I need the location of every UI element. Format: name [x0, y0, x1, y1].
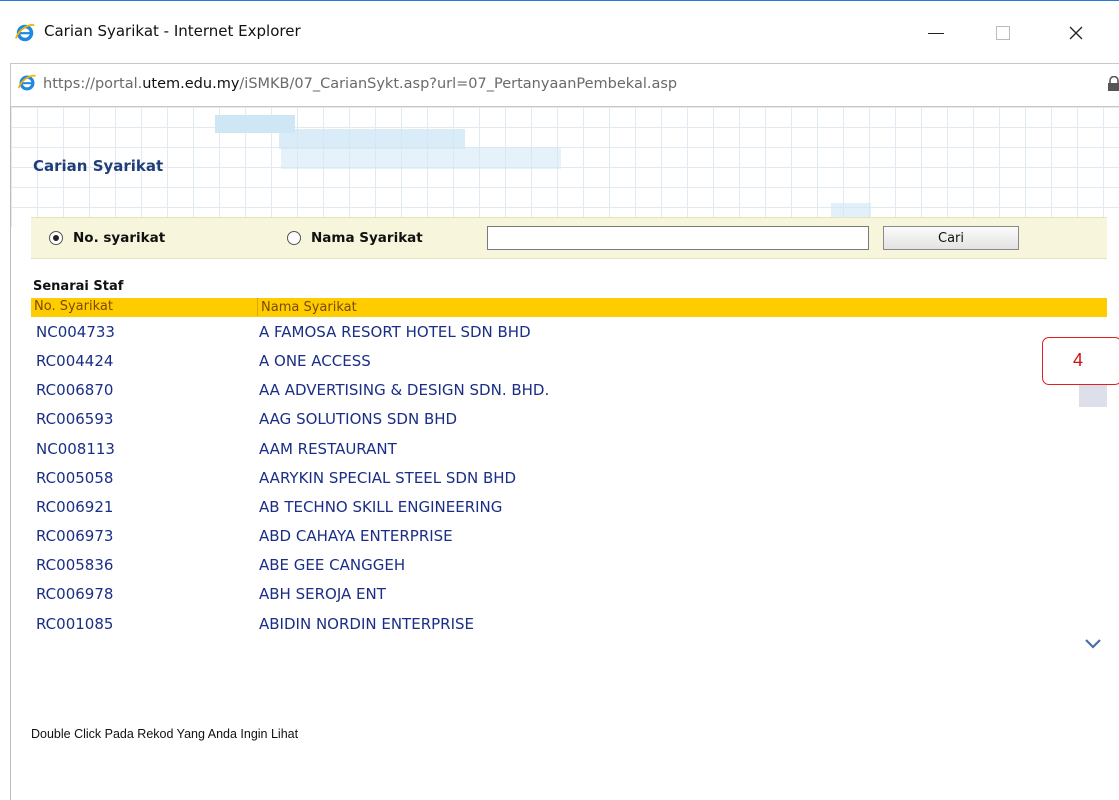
table-row[interactable]: NC004733 A FAMOSA RESORT HOTEL SDN BHD: [31, 319, 1071, 346]
lock-icon[interactable]: [1107, 76, 1119, 92]
radio-no-syarikat[interactable]: [49, 231, 63, 245]
table-row[interactable]: RC006978 ABH SEROJA ENT: [31, 581, 1071, 608]
table-row[interactable]: NC008113 AAM RESTAURANT: [31, 436, 1071, 463]
url-path: /iSMKB/07_CarianSykt.asp?url=07_Pertanya…: [239, 76, 678, 92]
url-domain: utem.edu.my: [142, 76, 240, 92]
radio-nama-syarikat[interactable]: [287, 231, 301, 245]
table-row[interactable]: RC005058 AARYKIN SPECIAL STEEL SDN BHD: [31, 465, 1071, 492]
radio-nama-syarikat-label[interactable]: Nama Syarikat: [311, 230, 423, 246]
page-content: Carian Syarikat No. syarikat Nama Syarik…: [10, 107, 1119, 800]
column-header-no-syarikat: No. Syarikat: [34, 299, 113, 314]
company-number[interactable]: RC005058: [36, 469, 113, 487]
minimize-button[interactable]: [913, 13, 959, 53]
address-bar[interactable]: https://portal.utem.edu.my/iSMKB/07_Cari…: [10, 63, 1119, 107]
company-number[interactable]: RC005836: [36, 556, 113, 574]
header-decoration: [281, 147, 561, 169]
header-decoration: [831, 203, 871, 217]
company-number[interactable]: RC006921: [36, 498, 113, 516]
maximize-button[interactable]: [980, 13, 1026, 53]
page-indicator-number: 4: [1073, 350, 1084, 370]
table-row[interactable]: RC006973 ABD CAHAYA ENTERPRISE: [31, 523, 1071, 550]
company-name[interactable]: A ONE ACCESS: [259, 352, 371, 370]
company-name[interactable]: ABD CAHAYA ENTERPRISE: [259, 527, 453, 545]
header-decoration: [279, 129, 465, 149]
window-title: Carian Syarikat - Internet Explorer: [44, 22, 301, 40]
table-row[interactable]: RC001085 ABIDIN NORDIN ENTERPRISE: [31, 611, 1071, 638]
title-bar: Carian Syarikat - Internet Explorer: [0, 1, 1119, 63]
company-name[interactable]: AARYKIN SPECIAL STEEL SDN BHD: [259, 469, 516, 487]
search-button[interactable]: Cari: [883, 226, 1019, 250]
url-text[interactable]: https://portal.utem.edu.my/iSMKB/07_Cari…: [43, 76, 677, 92]
close-button[interactable]: [1053, 13, 1099, 53]
header-background-grid: [11, 107, 1119, 227]
company-number[interactable]: NC004733: [36, 323, 115, 341]
company-number[interactable]: RC006870: [36, 381, 113, 399]
search-input[interactable]: [487, 226, 869, 250]
company-number[interactable]: RC001085: [36, 615, 113, 633]
table-row[interactable]: RC006921 AB TECHNO SKILL ENGINEERING: [31, 494, 1071, 521]
table-row[interactable]: RC006593 AAG SOLUTIONS SDN BHD: [31, 406, 1071, 433]
company-number[interactable]: RC004424: [36, 352, 113, 370]
table-row[interactable]: RC005836 ABE GEE CANGGEH: [31, 552, 1071, 579]
page-title: Carian Syarikat: [33, 157, 164, 175]
internet-explorer-icon: [17, 74, 37, 91]
instruction-note: Double Click Pada Rekod Yang Anda Ingin …: [31, 727, 299, 741]
company-name[interactable]: A FAMOSA RESORT HOTEL SDN BHD: [259, 323, 531, 341]
company-name[interactable]: ABE GEE CANGGEH: [259, 556, 405, 574]
company-number[interactable]: RC006973: [36, 527, 113, 545]
url-prefix: https://portal.: [43, 76, 143, 92]
radio-no-syarikat-label[interactable]: No. syarikat: [73, 230, 165, 246]
company-name[interactable]: ABH SEROJA ENT: [259, 585, 386, 603]
page-indicator-badge: 4: [1042, 337, 1119, 385]
company-number[interactable]: NC008113: [36, 440, 115, 458]
internet-explorer-icon: [14, 24, 35, 42]
browser-window: Carian Syarikat - Internet Explorer http…: [0, 0, 1119, 800]
list-title: Senarai Staf: [33, 279, 124, 294]
maximize-icon: [996, 26, 1010, 40]
close-icon: [1069, 26, 1083, 40]
company-name[interactable]: AB TECHNO SKILL ENGINEERING: [259, 498, 502, 516]
search-panel: No. syarikat Nama Syarikat Cari: [31, 217, 1107, 259]
company-name[interactable]: AAG SOLUTIONS SDN BHD: [259, 410, 457, 428]
table-row[interactable]: RC006870 AA ADVERTISING & DESIGN SDN. BH…: [31, 377, 1071, 404]
company-name[interactable]: AA ADVERTISING & DESIGN SDN. BHD.: [259, 381, 549, 399]
minimize-icon: [928, 32, 944, 34]
table-row[interactable]: RC004424 A ONE ACCESS: [31, 348, 1071, 375]
company-number[interactable]: RC006593: [36, 410, 113, 428]
company-number[interactable]: RC006978: [36, 585, 113, 603]
table-header: No. Syarikat Nama Syarikat: [31, 298, 1107, 317]
company-name[interactable]: ABIDIN NORDIN ENTERPRISE: [259, 615, 474, 633]
chevron-down-icon: [1085, 639, 1101, 649]
company-name[interactable]: AAM RESTAURANT: [259, 440, 397, 458]
scroll-down-button[interactable]: [1081, 635, 1105, 653]
column-header-nama-syarikat: Nama Syarikat: [257, 298, 357, 316]
